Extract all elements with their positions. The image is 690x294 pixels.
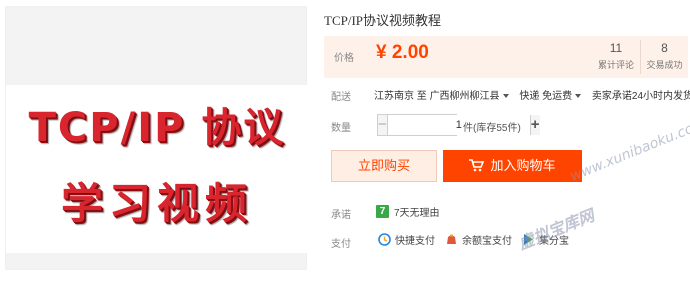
promise-text: 7天无理由 (394, 208, 440, 219)
payment-label: 支付 (331, 239, 351, 250)
sales-count-stat[interactable]: 8 交易成功 (640, 40, 688, 74)
cart-icon (469, 158, 485, 171)
product-title: TCP/IP协议视频教程 (324, 13, 442, 28)
watermark-url: www.xunibaoku.com (568, 115, 690, 185)
review-count: 11 (609, 41, 623, 55)
chevron-down-icon (575, 94, 582, 99)
delivery-promise: 卖家承诺24小时内发货 (591, 91, 690, 102)
quantity-label: 数量 (331, 123, 351, 134)
add-to-cart-label: 加入购物车 (490, 158, 556, 173)
seven-day-return-icon: 7 (376, 205, 389, 218)
chevron-down-icon (502, 94, 509, 99)
image-headline-2: 学习视频 (60, 179, 253, 228)
quantity-decrease-button[interactable]: − (378, 115, 388, 135)
sales-count-label: 交易成功 (646, 60, 683, 70)
payment-method-label: 快捷支付 (395, 236, 435, 247)
promise-label: 承诺 (331, 210, 351, 221)
quantity-stepper: − + (377, 114, 540, 136)
product-image-canvas: TCP/IP 协议 学习视频 (6, 85, 308, 253)
delivery-label: 配送 (331, 92, 351, 103)
price-value: ¥ 2.00 (376, 42, 429, 63)
price-label: 价格 (334, 53, 354, 64)
stock-info: 件(库存55件) (463, 123, 521, 134)
review-count-stat[interactable]: 11 累计评论 (592, 40, 640, 74)
delivery-from: 江苏南京 至 (374, 91, 427, 102)
review-count-label: 累计评论 (597, 60, 634, 70)
quantity-increase-button[interactable]: + (529, 115, 540, 135)
shipping-method-select[interactable]: 快递 免运费 (519, 91, 589, 102)
shipping-method: 快递 免运费 (519, 91, 573, 102)
payment-method-label: 余额宝支付 (462, 236, 512, 247)
delivery-row: 江苏南京 至 广西柳州柳江县 快递 免运费 卖家承诺24小时内发货 (374, 87, 690, 102)
product-image[interactable]: TCP/IP 协议 学习视频 (5, 6, 308, 270)
add-to-cart-button[interactable]: 加入购物车 (443, 150, 582, 182)
buy-now-button[interactable]: 立即购买 (331, 150, 437, 182)
promise-item[interactable]: 7 7天无理由 (376, 204, 440, 219)
quick-pay-icon (378, 233, 391, 246)
price-panel: 价格 ¥ 2.00 11 累计评论 8 交易成功 (324, 36, 688, 78)
delivery-destination-select[interactable]: 广西柳州柳江县 (430, 91, 517, 102)
yuebao-icon (447, 234, 456, 244)
payment-method-quick[interactable]: 快捷支付 (378, 232, 435, 247)
image-headline-1: TCP/IP 协议 (28, 105, 286, 151)
payment-method-yuebao[interactable]: 余额宝支付 (445, 232, 512, 247)
delivery-destination: 广西柳州柳江县 (429, 91, 500, 102)
sales-count: 8 (661, 41, 668, 55)
